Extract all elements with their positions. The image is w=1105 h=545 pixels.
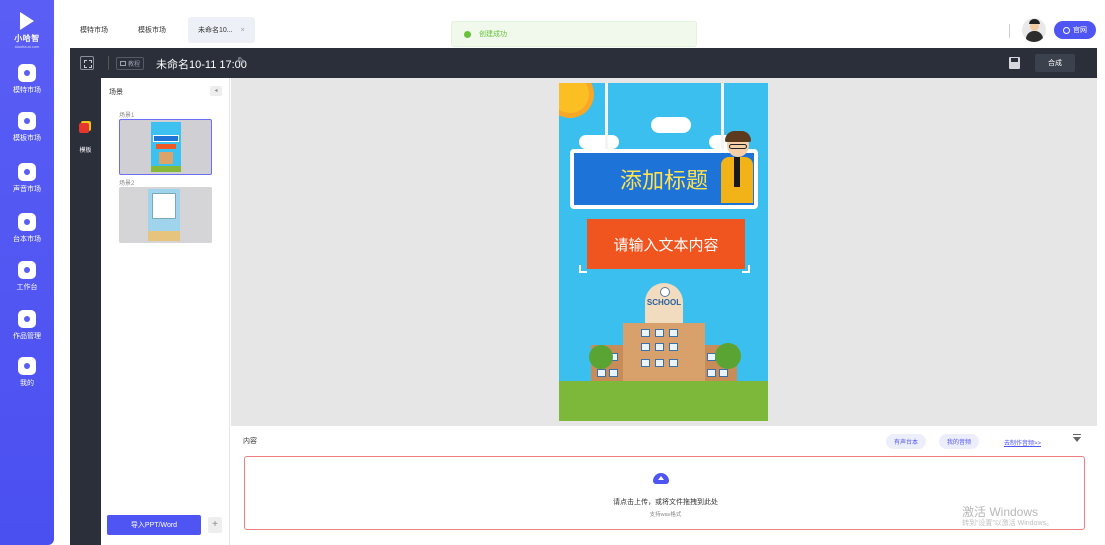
edit-pencil-icon[interactable]: ✎ [237,56,245,67]
sidebar-item-label: 台本市场 [13,236,41,243]
poster-preview[interactable]: 添加标题 请输入文本内容 SCHOOL [559,83,768,421]
app-logo[interactable]: 小哈智 xiaoha.ai.com [8,12,46,52]
save-icon[interactable] [1009,57,1020,69]
tab-untitled-project[interactable]: 未命名10... × [188,17,255,43]
content-panel: 内容 有声台本 我的音频 去制作音频>> 请点击上传，或将文件拖拽到此处 支持w… [231,426,1097,545]
avatar[interactable] [1022,18,1046,42]
add-scene-button[interactable]: + [208,517,222,533]
voice-market-icon [18,163,36,181]
tutorial-label: 教程 [128,62,141,68]
sidebar-item-label: 作品管理 [13,333,41,340]
scene-label: 场景1 [119,113,135,119]
filter-icon[interactable] [1073,434,1081,442]
content-title: 内容 [243,438,257,445]
workbench-icon [18,261,36,279]
template-market-icon [18,112,36,130]
close-icon[interactable]: × [241,27,245,34]
model-market-icon [18,64,36,82]
sidebar-item-model-market[interactable]: 模特市场 [0,64,54,104]
success-toast: 创建成功 [451,21,697,47]
toast-text: 创建成功 [479,31,507,38]
editor-header: 教程 未命名10-11 17:00 ✎ 合成 [70,48,1097,78]
sidebar-item-label: 声音市场 [13,186,41,193]
sidebar-item-works[interactable]: 作品管理 [0,310,54,350]
template-icon[interactable] [79,121,91,133]
script-market-icon [18,213,36,231]
audio-script-button[interactable]: 有声台本 [886,434,927,449]
school-illustration: SCHOOL [591,283,737,391]
sun-illustration [559,83,589,113]
sign-pole [605,83,608,153]
scene-thumbnail-1[interactable] [119,119,212,175]
my-audio-button[interactable]: 我的音频 [939,434,980,449]
official-site-label: 官网 [1073,27,1087,34]
tab-template-market[interactable]: 模板市场 [128,17,176,43]
make-audio-link[interactable]: 去制作音频>> [1004,438,1041,447]
works-icon [18,310,36,328]
scene-preview [148,189,180,241]
left-sidebar: 小哈智 xiaoha.ai.com 模特市场 模板市场 声音市场 台本市场 工作… [0,0,54,545]
scene-thumbnail-2[interactable] [119,187,212,243]
tab-label: 模特市场 [80,27,108,34]
compose-button[interactable]: 合成 [1035,54,1075,72]
tab-label: 模板市场 [138,27,166,34]
divider [1009,24,1010,38]
scene-preview [151,122,181,172]
sidebar-item-voice-market[interactable]: 声音市场 [0,163,54,203]
collapse-panel-icon[interactable]: ◂ [210,86,222,96]
tool-strip: 模板 [70,78,101,545]
sidebar-item-script-market[interactable]: 台本市场 [0,213,54,253]
official-site-button[interactable]: 官网 [1054,21,1096,39]
template-strip-label[interactable]: 模板 [70,145,101,154]
document-title: 未命名10-11 17:00 [156,59,247,71]
upload-format-hint: 支持wav格式 [649,512,682,518]
fullscreen-icon[interactable] [80,56,94,70]
school-sign: SCHOOL [646,298,682,307]
poster-text-box[interactable]: 请输入文本内容 [587,219,745,269]
power-icon [1063,26,1070,34]
cloud-illustration [579,135,619,149]
user-icon [18,357,36,375]
editor-canvas: 添加标题 请输入文本内容 SCHOOL [231,78,1097,426]
frame-corner [579,265,587,273]
tree-illustration [715,343,741,369]
tab-model-market[interactable]: 模特市场 [70,17,118,43]
scene-label: 场景2 [119,181,135,187]
tab-label: 未命名10... [198,27,233,34]
sidebar-item-label: 我的 [20,380,34,387]
sidebar-item-template-market[interactable]: 模板市场 [0,112,54,152]
scenes-panel: 场景 ◂ 场景1 场景2 导入PPT/Word + [101,78,230,545]
logo-play-icon [20,12,34,30]
cloud-upload-icon [653,473,669,484]
windows-activation-hint: 转到“设置”以激活 Windows。 [962,520,1054,527]
sidebar-item-label: 工作台 [16,284,38,291]
upload-dropzone[interactable]: 请点击上传，或将文件拖拽到此处 支持wav格式 激活 Windows 转到“设置… [244,456,1085,530]
sidebar-item-mine[interactable]: 我的 [0,357,54,397]
tutorial-button[interactable]: 教程 [116,57,145,70]
sidebar-item-label: 模板市场 [13,135,41,142]
top-tab-bar: 模特市场 模板市场 未命名10... × 创建成功 官网 [54,12,1105,48]
sidebar-item-label: 模特市场 [13,87,41,94]
tree-illustration [589,345,613,369]
logo-subtext: xiaoha.ai.com [14,44,40,49]
clock-icon [660,287,670,297]
grass-ground [559,381,768,421]
divider [108,56,109,70]
teacher-illustration [717,131,757,205]
check-circle-icon [464,30,471,38]
tutorial-icon [120,61,126,66]
cloud-illustration [651,117,691,133]
scenes-title: 场景 [109,89,123,96]
import-ppt-word-button[interactable]: 导入PPT/Word [107,515,201,535]
upload-instructions: 请点击上传，或将文件拖拽到此处 [613,499,718,506]
logo-text: 小哈智 [14,34,40,43]
sidebar-item-workbench[interactable]: 工作台 [0,261,54,301]
frame-corner [742,265,750,273]
